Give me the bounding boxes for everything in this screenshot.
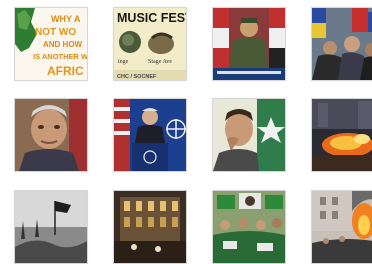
- thumbnail-green-flags-rally[interactable]: [212, 190, 286, 264]
- man-thinking-image: [213, 99, 285, 171]
- thumbnail-elderly-man-portrait[interactable]: [14, 98, 88, 172]
- green-flags-image: [213, 191, 285, 263]
- protest-crowd-image: [312, 8, 372, 80]
- africa-line3: AND HOW: [43, 40, 83, 49]
- africa-poster-image: WHY A NOT WO AND HOW IS ANOTHER WA AFRIC: [15, 8, 87, 80]
- music-fest-title: MUSIC FEST: [117, 11, 186, 25]
- africa-line5: AFRIC: [47, 64, 84, 78]
- thumbnail-military-officer-speech[interactable]: [212, 7, 286, 81]
- thumbnail-street-fire-night[interactable]: [311, 98, 372, 172]
- thumbnail-building-night-crowd[interactable]: [113, 190, 187, 264]
- thumbnail-protest-crowd-flags[interactable]: [311, 7, 372, 81]
- elderly-man-image: [15, 99, 87, 171]
- music-fest-line-b: Stage Ave: [148, 59, 172, 65]
- street-fire-image: [312, 99, 372, 171]
- building-night-image: [114, 191, 186, 263]
- thumbnail-man-thinking-green[interactable]: [212, 98, 286, 172]
- africa-line4: IS ANOTHER WA: [33, 52, 87, 61]
- thumbnail-bw-flag-soldiers[interactable]: [14, 190, 88, 264]
- thumbnail-official-nato-podium[interactable]: [113, 98, 187, 172]
- music-fest-line-a: inge: [118, 59, 129, 65]
- africa-line2: NOT WO: [35, 27, 76, 38]
- music-fest-footer: CHC / SOCNEF: [117, 74, 157, 80]
- thumbnail-music-fest-poster[interactable]: MUSIC FEST inge Stage Ave CHC / SOCNEF: [113, 7, 187, 81]
- bw-flag-image: [15, 191, 87, 263]
- official-nato-image: [114, 99, 186, 171]
- thumbnail-burning-building-crowd[interactable]: [311, 190, 372, 264]
- military-officer-image: [213, 8, 285, 80]
- burning-building-image: [312, 191, 372, 263]
- music-fest-poster-image: MUSIC FEST inge Stage Ave CHC / SOCNEF: [114, 8, 186, 80]
- thumbnail-africa-poster[interactable]: WHY A NOT WO AND HOW IS ANOTHER WA AFRIC: [14, 7, 88, 81]
- africa-line1: WHY A: [51, 14, 81, 24]
